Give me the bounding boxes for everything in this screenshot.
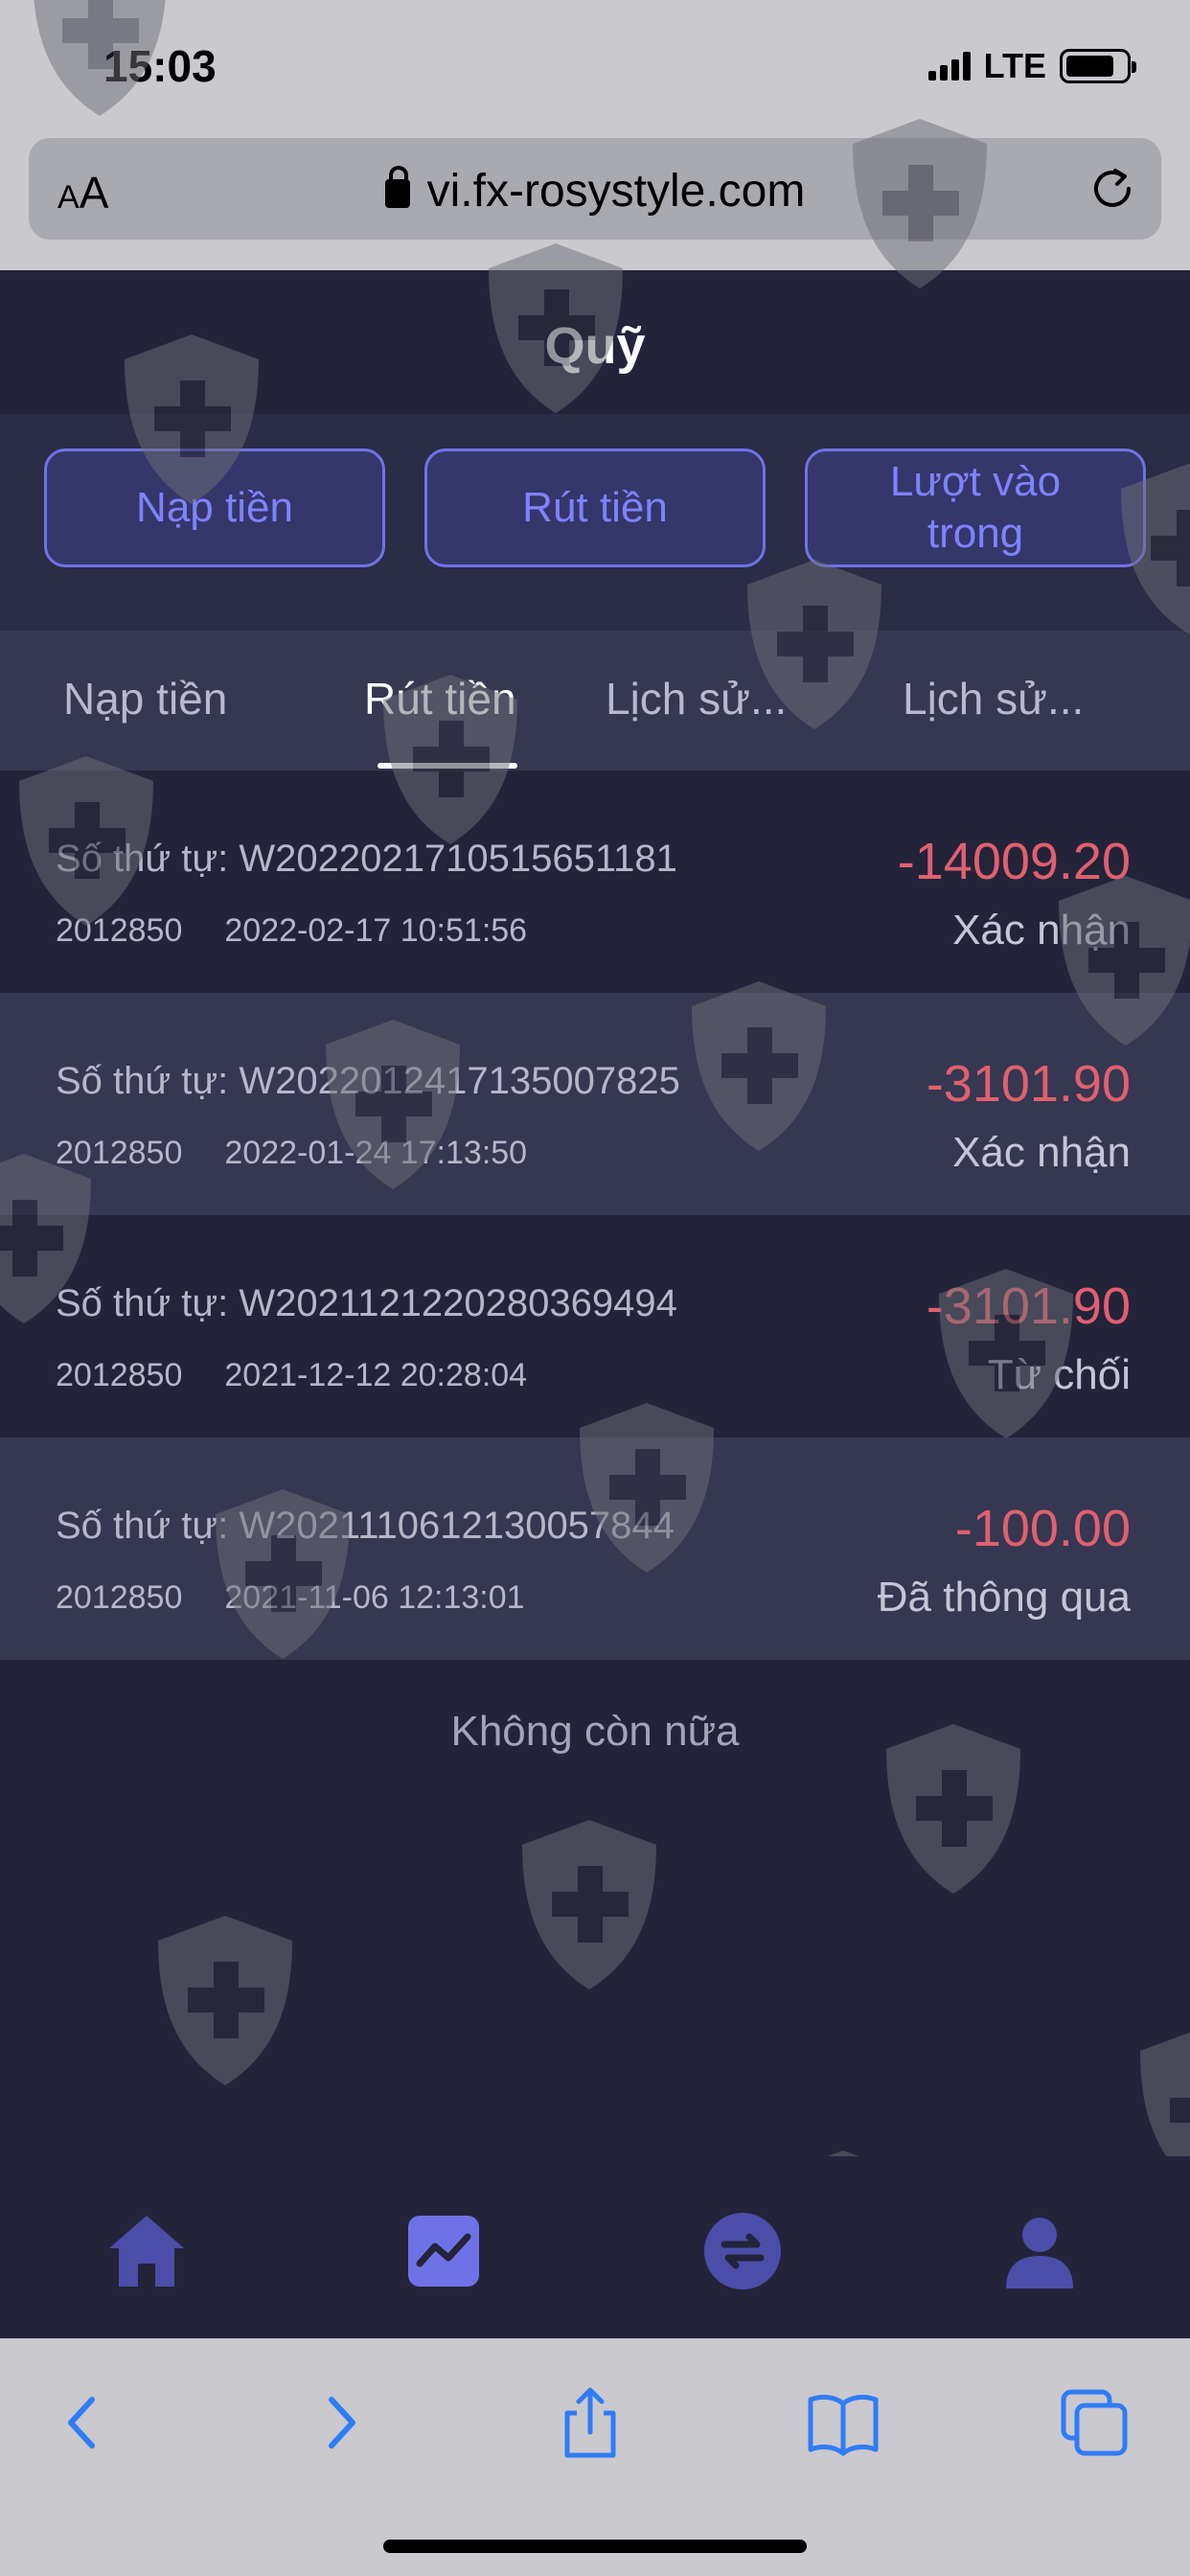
- list-item[interactable]: Số thứ tự: W2022021710515651181 2012850 2…: [0, 770, 1190, 993]
- tab-deposit[interactable]: Nạp tiền: [63, 673, 227, 724]
- watermark-shield-icon: [149, 1912, 302, 2089]
- record-status: Xác nhận: [952, 907, 1131, 954]
- tabs-icon[interactable]: [1056, 2384, 1133, 2461]
- url-display[interactable]: vi.fx-rosystyle.com: [29, 165, 1161, 218]
- entries-label-line2: trong: [927, 510, 1024, 557]
- order-number: Số thứ tự: W2021121220280369494: [56, 1282, 677, 1324]
- home-icon[interactable]: [103, 2208, 190, 2294]
- action-row: Nạp tiền Rút tiền Lượt vào trong: [0, 414, 1190, 631]
- share-icon[interactable]: [552, 2384, 629, 2461]
- page-header: Quỹ: [0, 270, 1190, 414]
- tab-history-1[interactable]: Lịch sử...: [606, 673, 787, 724]
- battery-icon: [1060, 49, 1136, 83]
- account-id: 2012850: [56, 1579, 183, 1616]
- order-number: Số thứ tự: W2021110612130057844: [56, 1505, 675, 1547]
- withdraw-button[interactable]: Rút tiền: [424, 448, 766, 567]
- record-meta: 2012850 2022-02-17 10:51:56: [56, 912, 527, 950]
- forward-icon[interactable]: [301, 2384, 378, 2461]
- record-amount: -100.00: [954, 1500, 1131, 1557]
- record-amount: -3101.90: [926, 1277, 1131, 1335]
- status-indicators: LTE: [927, 46, 1136, 86]
- record-meta: 2012850 2021-11-06 12:13:01: [56, 1579, 525, 1617]
- exchange-icon[interactable]: [699, 2208, 786, 2294]
- browser-address-area: AA vi.fx-rosystyle.com: [0, 134, 1190, 270]
- order-number: Số thứ tự: W2022021710515651181: [56, 838, 677, 880]
- order-number: Số thứ tự: W2022012417135007825: [56, 1060, 680, 1102]
- record-datetime: 2021-11-06 12:13:01: [224, 1579, 525, 1616]
- record-status: Đã thông qua: [877, 1574, 1131, 1621]
- status-bar: 15:03 LTE: [0, 0, 1190, 134]
- record-datetime: 2021-12-12 20:28:04: [224, 1357, 528, 1393]
- account-id: 2012850: [56, 912, 183, 949]
- record-amount: -3101.90: [926, 1055, 1131, 1113]
- page-title: Quỹ: [544, 317, 646, 375]
- address-bar[interactable]: AA vi.fx-rosystyle.com: [29, 138, 1161, 240]
- record-datetime: 2022-02-17 10:51:56: [224, 912, 528, 949]
- network-label: LTE: [983, 46, 1046, 85]
- record-datetime: 2022-01-24 17:13:50: [224, 1135, 528, 1171]
- watermark-shield-icon: [513, 1816, 666, 1993]
- entries-button[interactable]: Lượt vào trong: [805, 448, 1146, 567]
- list-end-text: Không còn nữa: [450, 1708, 740, 1755]
- record-status: Từ chối: [987, 1351, 1131, 1398]
- record-amount: -14009.20: [897, 833, 1131, 890]
- lock-icon: [384, 166, 410, 208]
- account-id: 2012850: [56, 1357, 183, 1393]
- list-item[interactable]: Số thứ tự: W2021110612130057844 2012850 2…: [0, 1438, 1190, 1660]
- active-tab-indicator: [378, 763, 517, 769]
- tab-bar: Nạp tiền Rút tiền Lịch sử... Lịch sử...: [0, 631, 1190, 770]
- status-time: 15:03: [103, 41, 217, 91]
- user-icon[interactable]: [996, 2208, 1083, 2294]
- account-id: 2012850: [56, 1135, 183, 1171]
- entries-label-line1: Lượt vào: [889, 458, 1062, 506]
- back-icon[interactable]: [46, 2384, 123, 2461]
- tab-history-2[interactable]: Lịch sử...: [903, 673, 1084, 724]
- url-text: vi.fx-rosystyle.com: [426, 166, 806, 217]
- record-meta: 2012850 2021-12-12 20:28:04: [56, 1357, 527, 1394]
- withdrawal-list: Số thứ tự: W2022021710515651181 2012850 2…: [0, 770, 1190, 1660]
- deposit-button[interactable]: Nạp tiền: [44, 448, 385, 567]
- list-item[interactable]: Số thứ tự: W2022012417135007825 2012850 2…: [0, 993, 1190, 1215]
- list-item[interactable]: Số thứ tự: W2021121220280369494 2012850 2…: [0, 1215, 1190, 1438]
- bottom-nav: [0, 2156, 1190, 2338]
- signal-icon: [927, 52, 971, 80]
- record-meta: 2012850 2022-01-24 17:13:50: [56, 1135, 527, 1172]
- tab-withdraw[interactable]: Rút tiền: [364, 673, 516, 724]
- reload-icon[interactable]: [1087, 163, 1138, 215]
- record-status: Xác nhận: [952, 1129, 1131, 1176]
- home-indicator: [383, 2540, 807, 2553]
- bookmarks-icon[interactable]: [805, 2384, 881, 2461]
- chart-icon[interactable]: [400, 2208, 487, 2294]
